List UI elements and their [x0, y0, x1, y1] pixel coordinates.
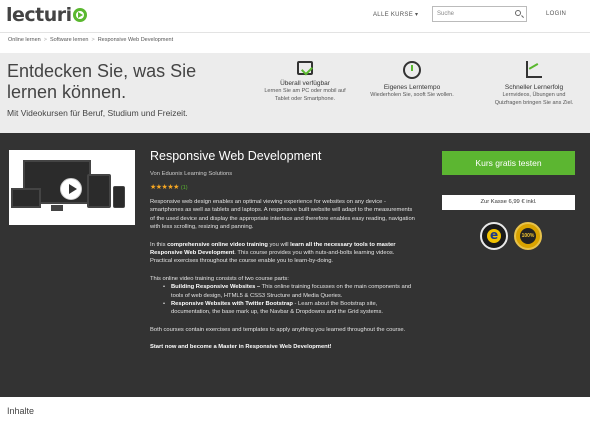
- feature-text: Wiederholen Sie, sooft Sie wollen.: [370, 92, 454, 98]
- description-text: you will: [267, 241, 291, 248]
- feature-title: Überall verfügbar: [280, 80, 330, 87]
- search-button[interactable]: [511, 6, 527, 22]
- hero-title: Entdecken Sie, was Sie lernen können.: [7, 61, 197, 102]
- hero-banner: Entdecken Sie, was Sie lernen können. Mi…: [0, 53, 590, 133]
- description-paragraph: Start now and become a Master in Respons…: [150, 343, 418, 351]
- course-author[interactable]: Von Eduonix Learning Solutions: [150, 171, 232, 177]
- rating-count[interactable]: (1): [181, 185, 188, 191]
- description-paragraph: This online video training consists of t…: [150, 275, 289, 282]
- course-description: Responsive web design enables an optimal…: [150, 198, 418, 361]
- search-icon: [515, 10, 521, 16]
- phone-illustration: [113, 186, 125, 208]
- breadcrumb-item-current: Responsive Web Development: [97, 37, 174, 43]
- feature-fast-success: Schneller Lernerfolg Lernvideos, Übungen…: [489, 61, 579, 107]
- top-navigation-bar: lecturi ALLE KURSE ▾ Suche LOGIN: [0, 0, 590, 33]
- course-title: Responsive Web Development: [150, 149, 322, 163]
- breadcrumb-separator: >: [91, 37, 95, 43]
- description-bold: comprehensive online video training: [167, 241, 268, 248]
- list-item: Responsive Websites with Twitter Bootstr…: [163, 300, 418, 317]
- feature-text: Lernvideos, Übungen und Quizfragen bring…: [494, 92, 574, 106]
- feature-own-pace: Eigenes Lerntempo Wiederholen Sie, sooft…: [367, 61, 457, 100]
- tablet-check-icon: [297, 61, 313, 75]
- course-video-thumbnail[interactable]: [9, 150, 135, 225]
- all-courses-dropdown[interactable]: ALLE KURSE ▾: [373, 11, 418, 18]
- chart-icon: [525, 61, 543, 79]
- feature-text: Lernen Sie am PC oder mobil auf Tablet o…: [264, 88, 346, 102]
- description-paragraph: Responsive web design enables an optimal…: [150, 199, 415, 231]
- list-item-bold: Building Responsive Websites –: [171, 284, 261, 291]
- list-item: Building Responsive Websites – This onli…: [163, 283, 418, 300]
- trusted-shops-badge-icon[interactable]: [480, 222, 508, 250]
- logo[interactable]: lecturi: [6, 4, 87, 26]
- monitor-stand-illustration: [51, 205, 63, 211]
- description-paragraph: Both courses contain exercises and templ…: [150, 326, 406, 333]
- feature-title: Schneller Lernerfolg: [504, 84, 564, 91]
- description-bold: Start now and become a Master in Respons…: [150, 344, 332, 351]
- breadcrumb-separator: >: [43, 37, 47, 43]
- section-heading-contents: Inhalte: [7, 406, 35, 416]
- description-text: In this: [150, 241, 168, 248]
- feature-title: Eigenes Lerntempo: [383, 84, 441, 91]
- logo-text: lecturi: [6, 4, 72, 26]
- try-course-free-button[interactable]: Kurs gratis testen: [442, 151, 575, 175]
- money-back-text: 100%: [520, 228, 536, 244]
- breadcrumb-item-software-lernen[interactable]: Software lernen: [50, 37, 89, 43]
- breadcrumb-item-online-lernen[interactable]: Online lernen: [8, 37, 41, 43]
- description-paragraph: In this comprehensive online video train…: [150, 241, 418, 266]
- hero-subtitle: Mit Videokursen für Beruf, Studium und F…: [7, 108, 188, 118]
- star-icons: ★★★★★: [150, 184, 179, 191]
- feature-available-everywhere: Überall verfügbar Lernen Sie am PC oder …: [260, 61, 350, 103]
- tablet-illustration: [87, 174, 111, 208]
- rating-stars: ★★★★★ (1): [150, 183, 188, 191]
- course-parts-list: Building Responsive Websites – This onli…: [163, 283, 418, 317]
- money-back-guarantee-badge-icon: 100%: [514, 222, 542, 250]
- stopwatch-icon: [403, 61, 421, 79]
- trusted-shops-e-icon: [487, 228, 501, 243]
- play-icon[interactable]: [60, 178, 82, 200]
- course-panel: Responsive Web Development Von Eduonix L…: [0, 133, 590, 397]
- login-link[interactable]: LOGIN: [546, 11, 566, 17]
- checkout-button[interactable]: Zur Kasse 6,99 € inkl.: [442, 195, 575, 210]
- breadcrumb: Online lernen > Software lernen > Responsive…: [8, 37, 173, 43]
- list-item-bold: Responsive Websites with Twitter Bootstr…: [171, 301, 293, 308]
- laptop-illustration: [11, 188, 41, 208]
- logo-play-icon: [72, 8, 87, 22]
